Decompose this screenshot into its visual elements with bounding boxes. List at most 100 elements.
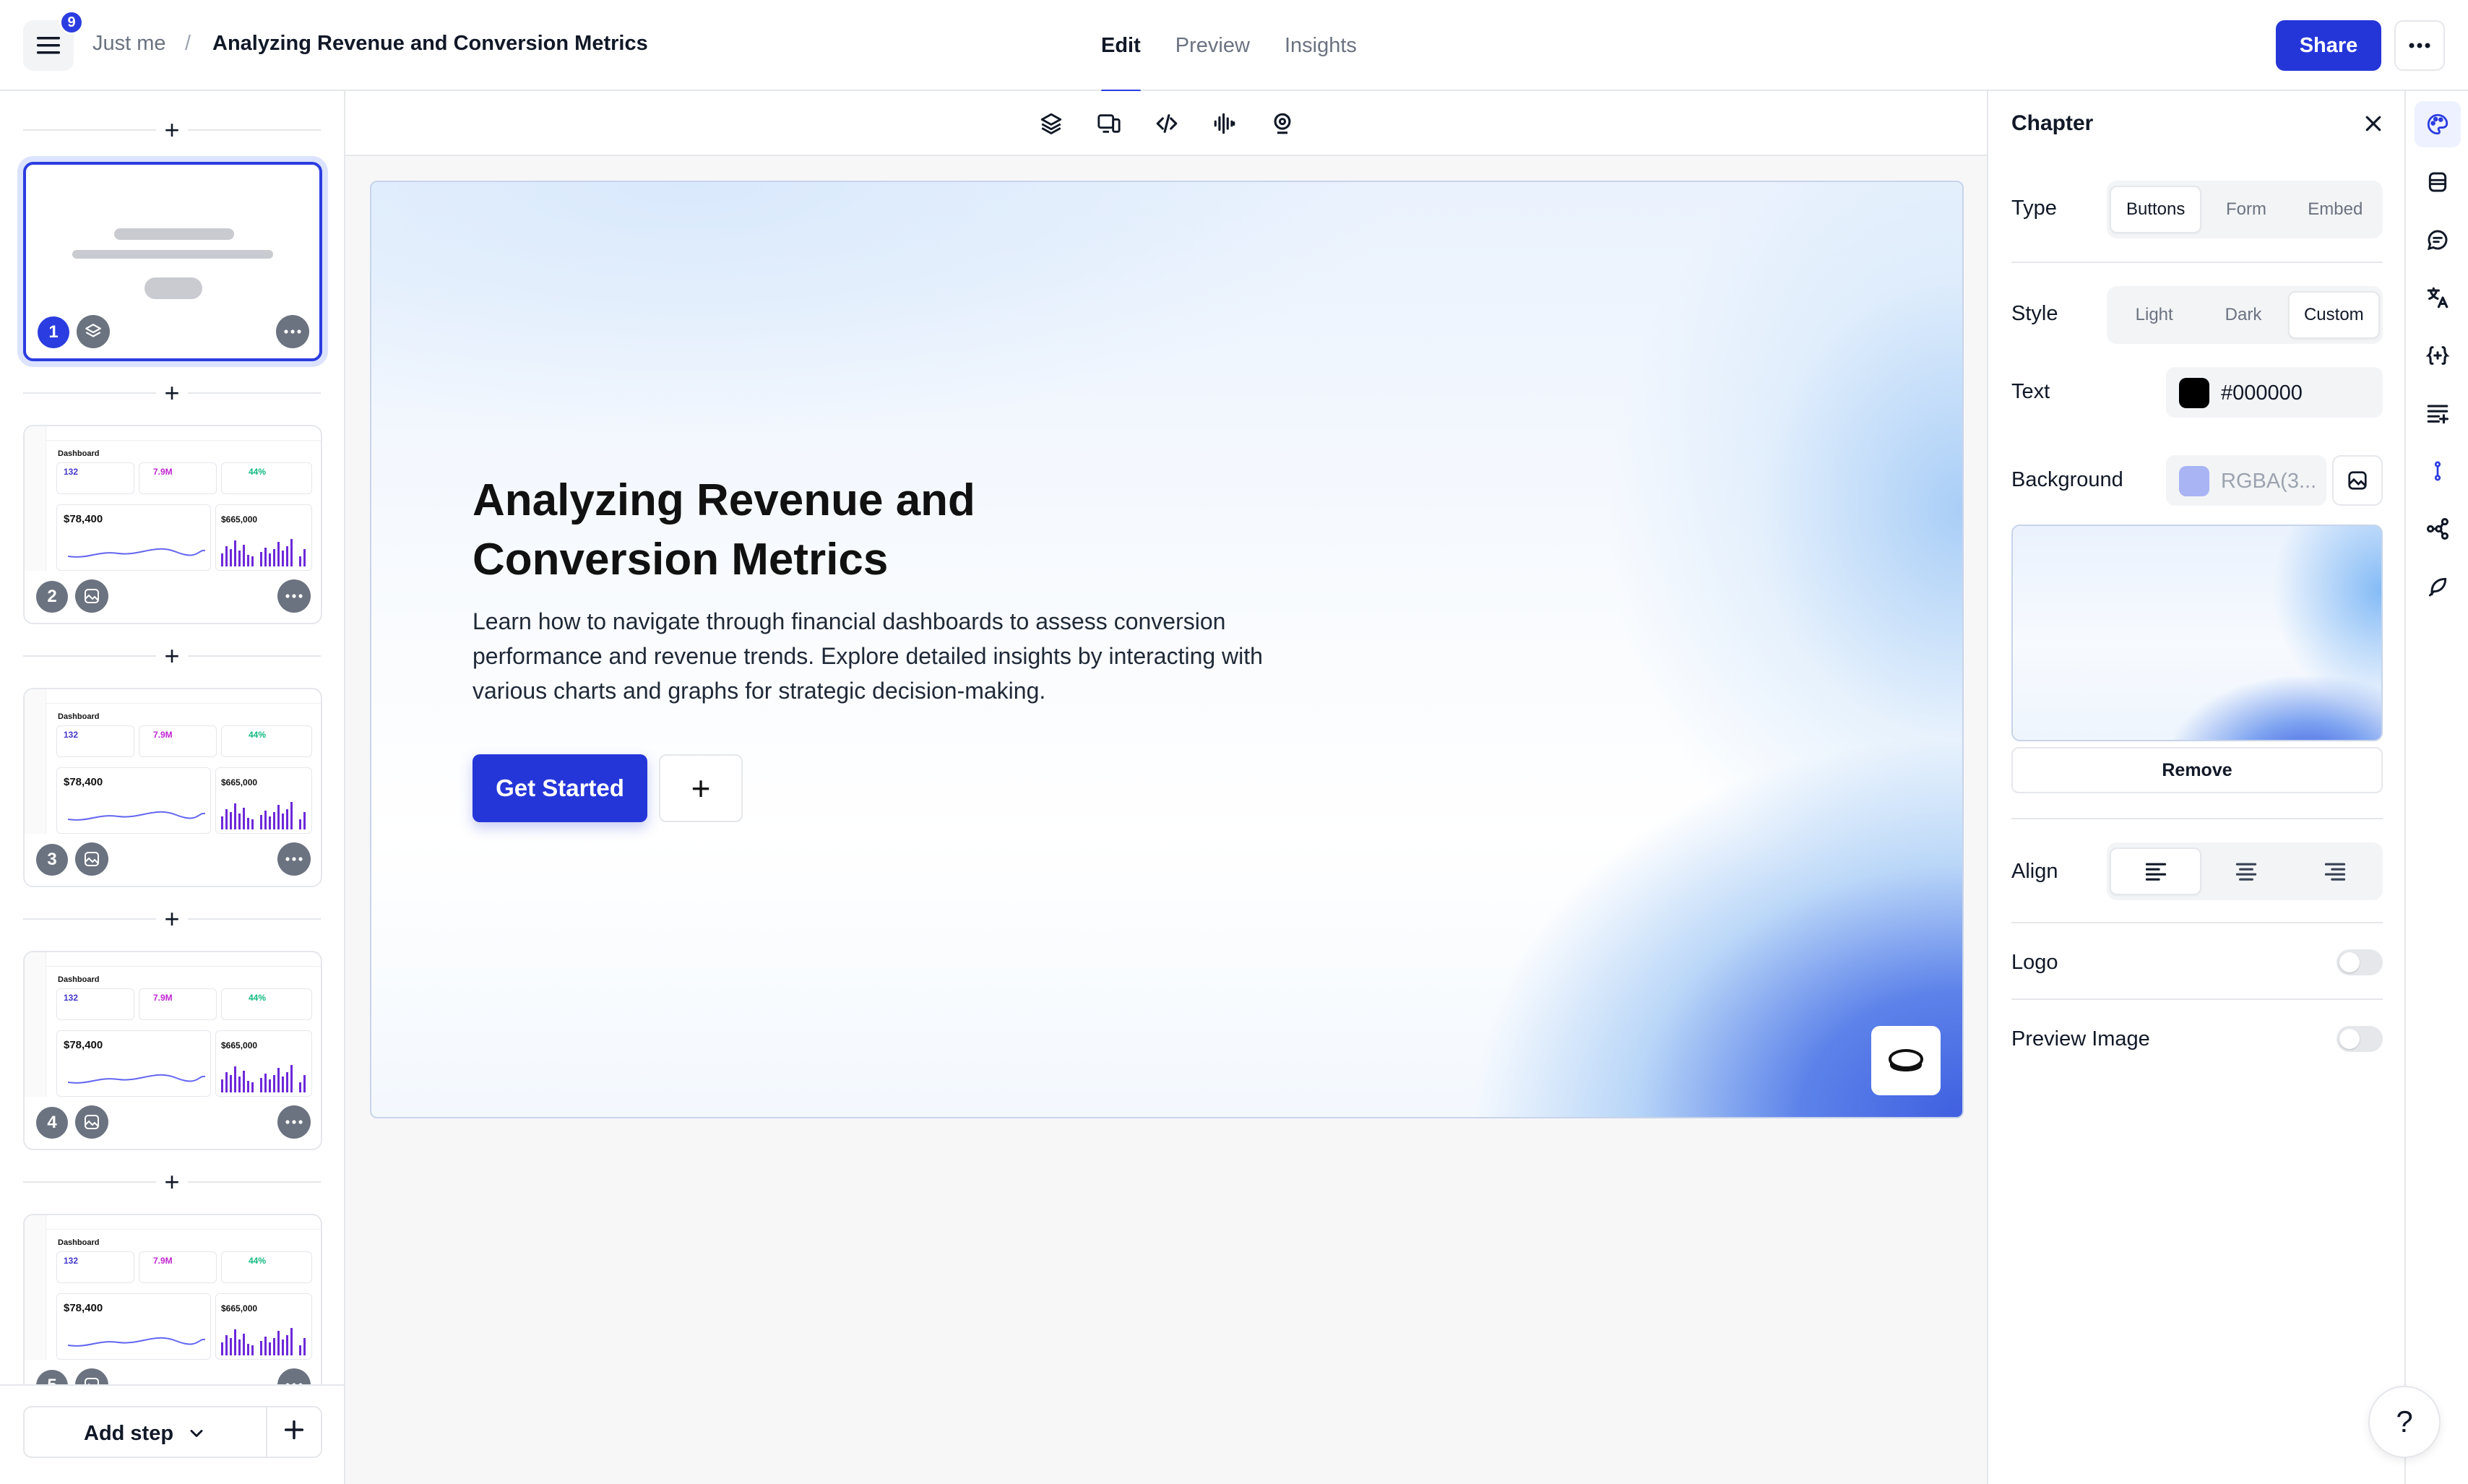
slide-title[interactable]: Analyzing Revenue and Conversion Metrics xyxy=(473,471,1123,590)
placeholder-button xyxy=(144,277,202,299)
step-number: 3 xyxy=(36,844,68,876)
code-icon[interactable] xyxy=(1150,107,1183,140)
divider xyxy=(2011,818,2383,819)
layout-icon[interactable] xyxy=(2415,159,2461,205)
background-color-swatch[interactable] xyxy=(2179,466,2209,496)
more-options-button[interactable] xyxy=(2394,20,2445,71)
step-options-button[interactable] xyxy=(277,1105,311,1139)
placeholder-title-bar xyxy=(114,228,234,240)
tab-preview[interactable]: Preview xyxy=(1158,0,1267,91)
background-preview[interactable] xyxy=(2011,525,2383,741)
type-label: Type xyxy=(2011,197,2057,220)
palette-icon[interactable] xyxy=(2415,101,2461,147)
device-icon[interactable] xyxy=(1092,107,1126,140)
background-color-value[interactable]: RGBA(3... xyxy=(2221,470,2316,493)
layers-icon[interactable] xyxy=(1035,107,1068,140)
chevron-down-icon[interactable] xyxy=(186,1423,207,1444)
align-right-icon xyxy=(2325,863,2346,881)
step-card[interactable]: 1 xyxy=(23,162,322,361)
close-icon[interactable] xyxy=(2363,113,2384,134)
step-options-button[interactable] xyxy=(276,315,309,348)
slide-description[interactable]: Learn how to navigate through financial … xyxy=(473,604,1289,708)
style-option-custom[interactable]: Custom xyxy=(2287,291,2380,339)
page-title[interactable]: Analyzing Revenue and Conversion Metrics xyxy=(212,32,648,56)
insert-step-row: + xyxy=(23,903,321,935)
text-color-label: Text xyxy=(2011,380,2050,403)
step-card[interactable]: Dashboard 132 7.9M 44% $78,400 $665,000 … xyxy=(23,1214,322,1413)
chapter-slide[interactable]: Analyzing Revenue and Conversion Metrics… xyxy=(370,181,1964,1118)
align-center-button[interactable] xyxy=(2201,847,2290,895)
text-color-value[interactable]: #000000 xyxy=(2221,381,2303,405)
divider xyxy=(2011,922,2383,923)
background-color-field[interactable]: RGBA(3... xyxy=(2166,455,2326,506)
image-icon xyxy=(75,1105,108,1139)
style-option-light[interactable]: Light xyxy=(2110,291,2199,339)
step-card[interactable]: Dashboard 132 7.9M 44% $78,400 $665,000 … xyxy=(23,951,322,1150)
add-button-button[interactable]: + xyxy=(659,754,743,822)
list-add-icon[interactable] xyxy=(2415,390,2461,436)
insert-step-button[interactable]: + xyxy=(156,1166,188,1198)
logo-toggle[interactable] xyxy=(2337,949,2383,975)
plus-icon[interactable] xyxy=(282,1418,306,1442)
translate-icon[interactable] xyxy=(2415,275,2461,321)
steps-icon[interactable] xyxy=(2415,448,2461,494)
background-label: Background xyxy=(2011,468,2123,491)
audio-wave-icon[interactable] xyxy=(1208,107,1241,140)
location-pin-icon[interactable] xyxy=(1266,107,1299,140)
panel-title: Chapter xyxy=(2011,111,2094,135)
type-option-buttons[interactable]: Buttons xyxy=(2110,186,2202,233)
step-card[interactable]: Dashboard 132 7.9M 44% $78,400 $665,000 … xyxy=(23,425,322,624)
image-icon xyxy=(75,842,108,876)
align-left-button[interactable] xyxy=(2110,847,2202,895)
feather-icon[interactable] xyxy=(2415,564,2461,610)
logo-icon[interactable] xyxy=(1871,1026,1941,1095)
image-icon xyxy=(75,579,108,613)
step-options-button[interactable] xyxy=(277,842,311,876)
variables-icon[interactable] xyxy=(2415,332,2461,379)
divider xyxy=(2011,998,2383,1000)
ellipsis-icon xyxy=(284,329,301,334)
mode-tabs: Edit Preview Insights xyxy=(1084,0,1374,92)
canvas-toolbar xyxy=(345,91,1987,156)
tab-edit[interactable]: Edit xyxy=(1084,0,1158,92)
ellipsis-icon xyxy=(285,1120,303,1124)
remove-background-button[interactable]: Remove xyxy=(2011,747,2383,793)
tab-insights[interactable]: Insights xyxy=(1267,0,1374,91)
image-icon xyxy=(2348,471,2367,490)
dashboard-thumbnail: Dashboard 132 7.9M 44% $78,400 $665,000 xyxy=(25,689,321,834)
insert-step-button[interactable]: + xyxy=(156,640,188,672)
dashboard-thumbnail: Dashboard 132 7.9M 44% $78,400 $665,000 xyxy=(25,952,321,1097)
get-started-button[interactable]: Get Started xyxy=(473,754,647,822)
type-option-embed[interactable]: Embed xyxy=(2291,186,2380,233)
dashboard-thumbnail: Dashboard 132 7.9M 44% $78,400 $665,000 xyxy=(25,426,321,571)
breadcrumb-separator: / xyxy=(185,32,191,55)
share-button[interactable]: Share xyxy=(2276,20,2381,71)
align-label: Align xyxy=(2011,860,2058,883)
step-card[interactable]: Dashboard 132 7.9M 44% $78,400 $665,000 … xyxy=(23,688,322,887)
add-step-label: Add step xyxy=(84,1422,174,1445)
align-center-icon xyxy=(2235,863,2257,881)
help-button[interactable]: ? xyxy=(2368,1386,2441,1458)
insert-step-button[interactable]: + xyxy=(156,377,188,409)
type-selector: Buttons Form Embed xyxy=(2107,181,2383,238)
background-image-button[interactable] xyxy=(2332,455,2383,506)
step-number: 2 xyxy=(36,581,68,613)
notification-badge: 9 xyxy=(59,10,84,35)
breadcrumb-owner[interactable]: Just me xyxy=(92,32,166,56)
text-color-swatch[interactable] xyxy=(2179,378,2209,408)
add-step-footer: Add step xyxy=(0,1384,344,1484)
type-option-form[interactable]: Form xyxy=(2201,186,2290,233)
editor-canvas: Analyzing Revenue and Conversion Metrics… xyxy=(345,91,1987,1484)
ellipsis-icon xyxy=(285,594,303,598)
insert-step-button[interactable]: + xyxy=(156,903,188,935)
style-option-dark[interactable]: Dark xyxy=(2199,291,2287,339)
preview-image-toggle[interactable] xyxy=(2337,1026,2383,1052)
insert-step-button[interactable]: + xyxy=(156,114,188,146)
branch-icon[interactable] xyxy=(2415,506,2461,552)
comment-icon[interactable] xyxy=(2415,217,2461,263)
step-options-button[interactable] xyxy=(277,579,311,613)
align-right-button[interactable] xyxy=(2291,847,2380,895)
add-step-button[interactable]: Add step xyxy=(23,1406,322,1458)
step-number: 1 xyxy=(38,316,69,348)
text-color-field[interactable]: #000000 xyxy=(2166,367,2383,418)
